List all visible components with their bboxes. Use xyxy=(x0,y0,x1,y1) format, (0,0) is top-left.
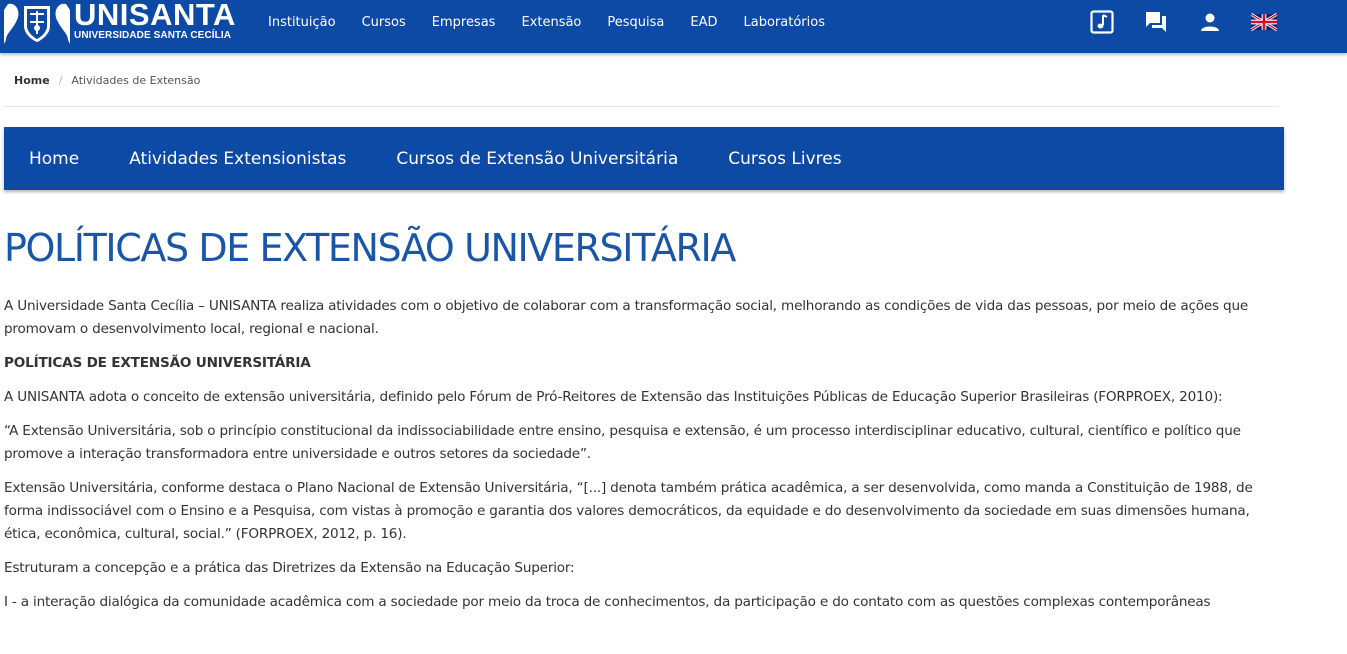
breadcrumb-divider xyxy=(4,106,1278,107)
top-header: UNISANTA UNIVERSIDADE SANTA CECÍLIA Inst… xyxy=(0,0,1347,53)
subnav-atividades-extensionistas[interactable]: Atividades Extensionistas xyxy=(129,149,346,169)
intro-paragraph: A Universidade Santa Cecília – UNISANTA … xyxy=(4,298,1249,337)
user-icon[interactable] xyxy=(1197,9,1223,35)
plan-paragraph: Extensão Universitária, conforme destaca… xyxy=(4,480,1253,542)
subnav-cursos-livres[interactable]: Cursos Livres xyxy=(728,149,841,169)
guideline-item-1: I - a interação dialógica da comunidade … xyxy=(4,594,1211,610)
guidelines-paragraph: Estruturam a concepção e a prática das D… xyxy=(4,560,575,576)
top-navigation: Instituição Cursos Empresas Extensão Pes… xyxy=(255,0,838,44)
subnav-home[interactable]: Home xyxy=(29,149,79,169)
nav-laboratorios[interactable]: Laboratórios xyxy=(744,15,825,30)
main-content: POLÍTICAS DE EXTENSÃO UNIVERSITÁRIA A Un… xyxy=(4,222,1289,625)
quote-paragraph: “A Extensão Universitária, sob o princíp… xyxy=(4,423,1241,462)
extension-navigation: Home Atividades Extensionistas Cursos de… xyxy=(4,127,1284,190)
logo-name: UNISANTA xyxy=(74,0,236,32)
page-title: POLÍTICAS DE EXTENSÃO UNIVERSITÁRIA xyxy=(4,226,736,270)
subnav-cursos-extensao[interactable]: Cursos de Extensão Universitária xyxy=(396,149,678,169)
breadcrumb-separator: / xyxy=(58,74,63,87)
uk-flag-icon[interactable] xyxy=(1251,9,1277,35)
breadcrumb-home[interactable]: Home xyxy=(14,74,50,87)
breadcrumb: Home / Atividades de Extensão xyxy=(14,74,200,87)
nav-empresas[interactable]: Empresas xyxy=(432,15,496,30)
breadcrumb-current: Atividades de Extensão xyxy=(71,74,201,87)
nav-pesquisa[interactable]: Pesquisa xyxy=(607,15,664,30)
concept-paragraph: A UNISANTA adota o conceito de extensão … xyxy=(4,389,1223,405)
unisanta-logo[interactable]: UNISANTA UNIVERSIDADE SANTA CECÍLIA xyxy=(2,0,242,44)
nav-ead[interactable]: EAD xyxy=(690,15,717,30)
chat-icon[interactable] xyxy=(1143,9,1169,35)
section-heading: POLÍTICAS DE EXTENSÃO UNIVERSITÁRIA xyxy=(4,355,311,371)
crest-logo-icon xyxy=(4,3,70,44)
nav-instituicao[interactable]: Instituição xyxy=(268,15,336,30)
nav-cursos[interactable]: Cursos xyxy=(362,15,406,30)
music-icon[interactable] xyxy=(1089,9,1115,35)
nav-extensao[interactable]: Extensão xyxy=(521,15,581,30)
header-icons xyxy=(1089,0,1277,44)
logo-subtitle: UNIVERSIDADE SANTA CECÍLIA xyxy=(74,30,232,41)
